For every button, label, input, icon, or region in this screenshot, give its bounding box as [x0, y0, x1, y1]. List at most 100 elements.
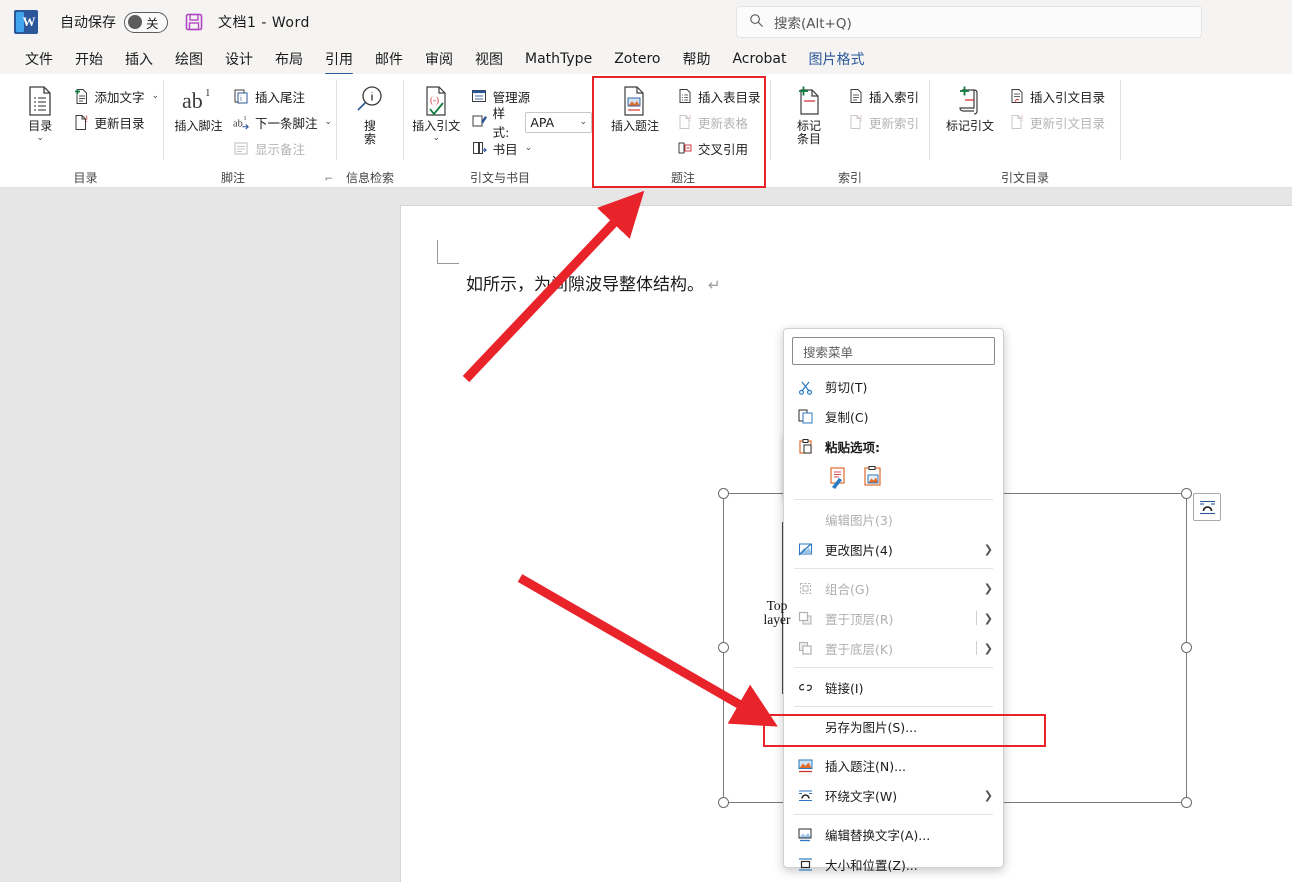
chevron-right-icon: ❯: [983, 581, 993, 595]
tab-design[interactable]: 设计: [214, 47, 264, 71]
tab-draw[interactable]: 绘图: [164, 47, 214, 71]
mark-citation-button[interactable]: 标记引文: [938, 80, 1002, 133]
menu-item-insert-caption[interactable]: 插入题注(N)...: [784, 750, 1003, 780]
context-menu[interactable]: 搜索菜单 剪切(T) 复制(C) 粘贴选项: 编辑图片(3) 更改图片(4) ❯…: [783, 328, 1004, 873]
research-search-label: 搜索: [363, 119, 376, 146]
document-canvas: 如所示，为间隙波导整体结构。 ↵ Top layer: [0, 188, 1292, 882]
insert-citation-button[interactable]: (-) 插入引文 ⌄: [408, 80, 465, 143]
selection-handle-middle-right[interactable]: [1181, 642, 1192, 653]
update-index-label: 更新索引: [869, 115, 920, 131]
tab-view[interactable]: 视图: [464, 47, 514, 71]
menu-item-bring-to-front: 置于顶层(R) ❯: [784, 603, 1003, 633]
mark-entry-icon: [795, 84, 823, 118]
figure-label-text: Top layer: [763, 598, 791, 627]
chevron-down-icon[interactable]: ⌄: [151, 91, 159, 101]
chevron-down-icon[interactable]: ⌄: [433, 134, 441, 143]
menu-item-wrap-text[interactable]: 环绕文字(W) ❯: [784, 780, 1003, 810]
layout-options-button[interactable]: [1193, 493, 1221, 521]
menu-separator: [794, 568, 993, 569]
svg-text:1: 1: [243, 115, 246, 122]
autosave-toggle[interactable]: 关: [124, 11, 168, 33]
size-position-icon: [796, 855, 815, 874]
selection-handle-bottom-right[interactable]: [1181, 797, 1192, 808]
tab-review[interactable]: 审阅: [414, 47, 464, 71]
menu-item-label: 编辑图片(3): [825, 512, 893, 528]
ribbon-group-research: 搜索 信息检索: [337, 74, 403, 188]
menu-item-change-picture[interactable]: 更改图片(4) ❯: [784, 534, 1003, 564]
chevron-right-icon: ❯: [983, 641, 993, 655]
insert-table-of-authorities-button[interactable]: 插入引文目录: [1004, 84, 1109, 108]
tab-insert[interactable]: 插入: [114, 47, 164, 71]
search-box[interactable]: 搜索(Alt+Q): [736, 6, 1202, 38]
insert-index-icon: [847, 88, 864, 105]
manage-sources-button[interactable]: 管理源: [467, 84, 596, 108]
autosave-label: 自动保存: [60, 15, 116, 31]
selection-handle-top-left[interactable]: [718, 488, 729, 499]
svg-text:ab: ab: [182, 88, 203, 113]
paste-keep-formatting-icon[interactable]: [826, 465, 852, 491]
menu-item-copy[interactable]: 复制(C): [784, 401, 1003, 431]
save-icon[interactable]: [184, 12, 204, 32]
chevron-down-icon[interactable]: ⌄: [324, 117, 332, 127]
tab-picture-format[interactable]: 图片格式: [797, 47, 875, 71]
toc-button[interactable]: 目录 ⌄: [16, 80, 64, 143]
chevron-down-icon[interactable]: ⌄: [525, 143, 533, 153]
chevron-down-icon[interactable]: ⌄: [36, 134, 44, 143]
tab-help[interactable]: 帮助: [671, 47, 721, 71]
group-label-index: 索引: [837, 170, 862, 185]
menu-item-link[interactable]: 链接(I): [784, 672, 1003, 702]
selection-handle-middle-left[interactable]: [718, 642, 729, 653]
insert-endnote-button[interactable]: i 插入尾注: [229, 84, 336, 108]
document-paragraph[interactable]: 如所示，为间隙波导整体结构。 ↵: [466, 270, 721, 295]
menu-item-group: 组合(G) ❯: [784, 573, 1003, 603]
research-search-button[interactable]: 搜索: [342, 80, 398, 146]
tab-mailings[interactable]: 邮件: [364, 47, 414, 71]
menu-item-edit-alt-text[interactable]: 编辑替换文字(A)...: [784, 819, 1003, 849]
paste-picture-icon[interactable]: [860, 465, 886, 491]
tab-layout[interactable]: 布局: [264, 47, 314, 71]
menu-item-label: 组合(G): [825, 581, 870, 597]
citations-small-buttons: 管理源 样式: APA ⌄ 书目 ⌄: [467, 80, 596, 160]
mark-entry-label: 标记条目: [796, 119, 821, 146]
endnote-icon: i: [233, 88, 250, 105]
citation-style-row: 样式: APA ⌄: [467, 106, 596, 140]
tab-acrobat[interactable]: Acrobat: [721, 49, 797, 69]
bibliography-button[interactable]: 书目 ⌄: [467, 136, 596, 160]
figure-label-top-layer: Top layer: [754, 599, 800, 627]
footnote-ab-icon: ab 1: [178, 84, 218, 118]
tab-file[interactable]: 文件: [14, 47, 64, 71]
update-table-of-authorities-icon: !: [1008, 114, 1025, 131]
add-text-button[interactable]: 添加文字 ⌄: [68, 84, 163, 108]
edit-alt-text-icon: [796, 825, 815, 844]
paste-icon: [796, 437, 815, 456]
group-label-toc: 目录: [73, 170, 98, 185]
mark-entry-button[interactable]: 标记条目: [781, 80, 837, 146]
context-menu-search-input[interactable]: 搜索菜单: [792, 337, 995, 365]
selection-handle-bottom-left[interactable]: [718, 797, 729, 808]
toc-small-buttons: 添加文字 ⌄ ! 更新目录: [68, 80, 163, 134]
group-label-authorities: 引文目录: [1000, 170, 1049, 185]
footnote-small-buttons: i 插入尾注 ab 1 下一条脚注 ⌄ 显示备注: [229, 80, 336, 160]
selection-handle-top-right[interactable]: [1181, 488, 1192, 499]
word-logo-letter: W: [22, 14, 36, 29]
style-brush-icon: [471, 113, 487, 132]
update-toc-button[interactable]: ! 更新目录: [68, 110, 163, 134]
tab-zotero[interactable]: Zotero: [603, 49, 671, 69]
insert-footnote-button[interactable]: ab 1 插入脚注: [170, 80, 227, 133]
tab-home[interactable]: 开始: [64, 47, 114, 71]
tab-references[interactable]: 引用: [314, 47, 364, 75]
ribbon-group-citations: (-) 插入引文 ⌄ 管理源 样式: APA ⌄ 书目 ⌄ 引文与书目: [404, 74, 596, 188]
citation-style-select[interactable]: APA ⌄: [525, 111, 592, 133]
show-notes-icon: [233, 140, 250, 157]
ribbon-group-authorities: 标记引文 插入引文目录 ! 更新引文目录 引文目录: [930, 74, 1120, 188]
next-footnote-button[interactable]: ab 1 下一条脚注 ⌄: [229, 110, 336, 134]
tab-mathtype[interactable]: MathType: [514, 49, 603, 69]
insert-caption-icon: [796, 756, 815, 775]
update-table-of-authorities-button: ! 更新引文目录: [1004, 110, 1109, 134]
autosave-state-label: 关: [146, 15, 159, 31]
menu-item-cut[interactable]: 剪切(T): [784, 371, 1003, 401]
footnotes-dialog-launcher-icon[interactable]: ⌐: [325, 174, 333, 185]
insert-index-button[interactable]: 插入索引: [843, 84, 923, 108]
menu-item-size-and-position[interactable]: 大小和位置(Z)...: [784, 849, 1003, 879]
index-small-buttons: 插入索引 ! 更新索引: [843, 80, 923, 134]
